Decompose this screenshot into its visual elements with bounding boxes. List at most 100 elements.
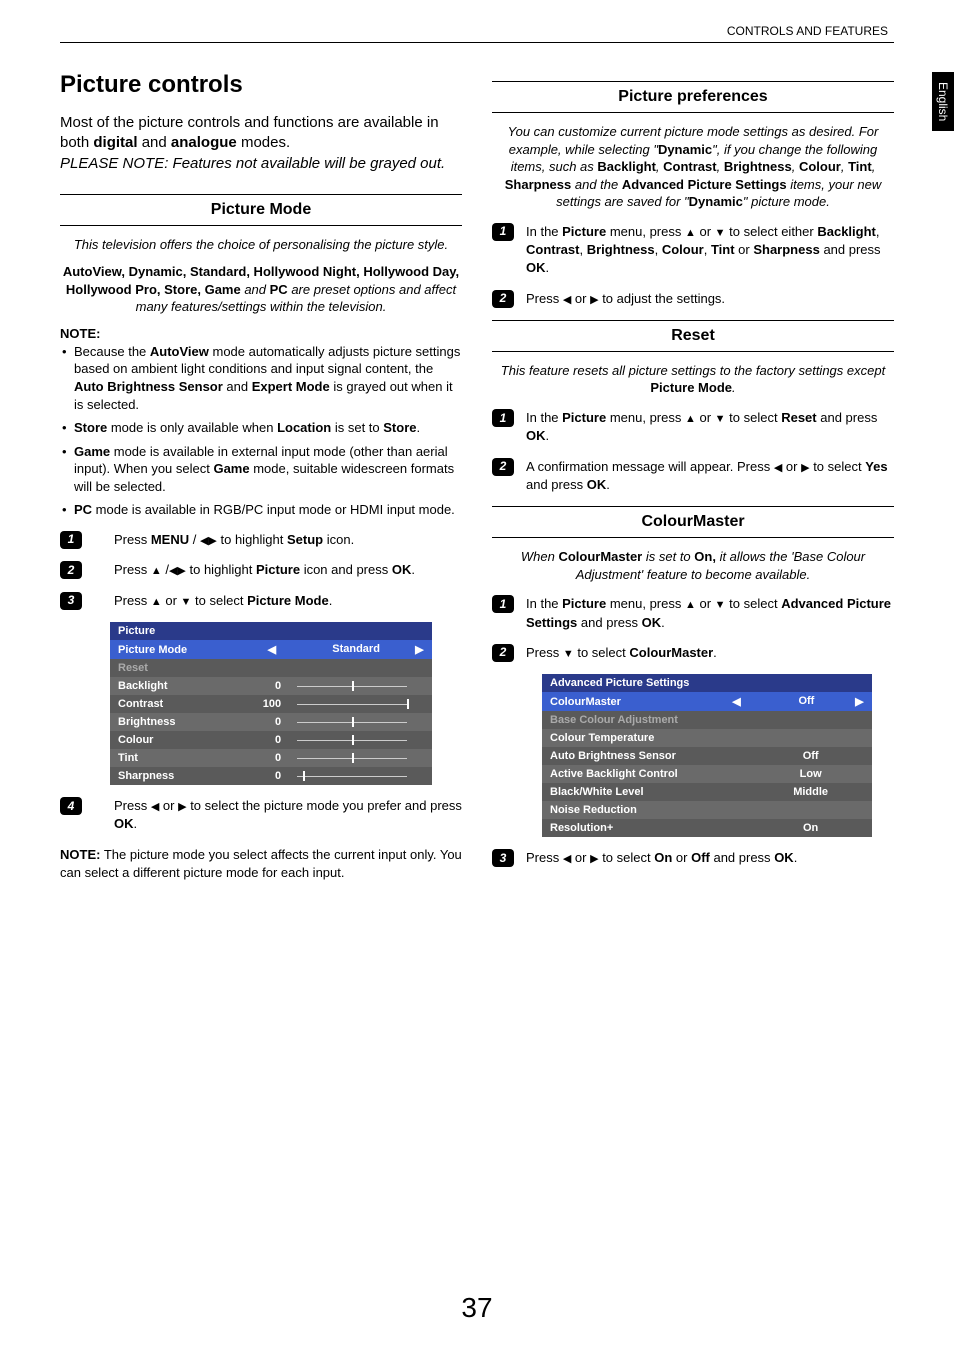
menu-row: Backlight0 bbox=[110, 677, 432, 695]
intro-digital: digital bbox=[93, 134, 137, 151]
note-text: The picture mode you select affects the … bbox=[60, 847, 462, 880]
menu-row: Reset bbox=[110, 659, 432, 677]
step-text: Press ◀ or ▶ to adjust the settings. bbox=[526, 290, 894, 308]
t: mode is only available when bbox=[107, 420, 277, 435]
down-icon: ▼ bbox=[181, 596, 192, 608]
menu-row: ColourMaster◀Off▶ bbox=[542, 692, 872, 711]
content-columns: Picture controls Most of the picture con… bbox=[60, 71, 894, 881]
t: to select the picture mode you prefer an… bbox=[187, 798, 462, 813]
intro-note: PLEASE NOTE: Features not available will… bbox=[60, 155, 445, 172]
cm-step-3: 3 Press ◀ or ▶ to select On or Off and p… bbox=[492, 849, 894, 867]
menu-row: Auto Brightness SensorOff bbox=[542, 747, 872, 765]
t: OK bbox=[587, 477, 607, 492]
menu-row: Sharpness0 bbox=[110, 767, 432, 785]
intro-tail: modes. bbox=[237, 134, 290, 151]
t: . bbox=[417, 420, 421, 435]
t: OK bbox=[642, 615, 662, 630]
menu-row: Colour Temperature bbox=[542, 729, 872, 747]
t: . bbox=[713, 645, 717, 660]
page-number: 37 bbox=[461, 1292, 492, 1324]
t: Brightness bbox=[724, 159, 792, 174]
t: Press bbox=[114, 532, 151, 547]
t: , bbox=[841, 159, 848, 174]
t: . bbox=[329, 593, 333, 608]
t: or bbox=[696, 410, 715, 425]
t: Game bbox=[74, 444, 110, 459]
step-3: 3 Press ▲ or ▼ to select Picture Mode. bbox=[60, 592, 462, 610]
up-icon: ▲ bbox=[685, 599, 696, 611]
note-item: Game mode is available in external input… bbox=[74, 443, 462, 496]
step-text: Press ▲ /◀▶ to highlight Picture icon an… bbox=[94, 561, 462, 579]
right-icon: ▶ bbox=[590, 294, 598, 306]
t: Picture bbox=[562, 410, 606, 425]
t: and press bbox=[820, 242, 881, 257]
t: or bbox=[571, 291, 590, 306]
menu-row: Picture Mode◀Standard ▶ bbox=[110, 640, 432, 659]
picture-preferences-title: Picture preferences bbox=[492, 81, 894, 113]
menu-row: Colour0 bbox=[110, 731, 432, 749]
t: Tint bbox=[711, 242, 735, 257]
menu-title: Advanced Picture Settings bbox=[542, 674, 872, 692]
t: Game bbox=[213, 461, 249, 476]
t: and press bbox=[817, 410, 878, 425]
step-text: Press ◀ or ▶ to select the picture mode … bbox=[94, 797, 462, 834]
t: In the bbox=[526, 596, 562, 611]
step-text: In the Picture menu, press ▲ or ▼ to sel… bbox=[526, 595, 894, 632]
t: Colour bbox=[662, 242, 704, 257]
step-num-icon: 1 bbox=[492, 223, 514, 241]
intro-and: and bbox=[138, 134, 171, 151]
t: Reset bbox=[781, 410, 816, 425]
t: Press bbox=[114, 593, 151, 608]
t: Yes bbox=[865, 459, 887, 474]
pp-desc: You can customize current picture mode s… bbox=[492, 123, 894, 211]
t: , bbox=[704, 242, 711, 257]
t: , bbox=[655, 242, 662, 257]
t: , bbox=[717, 159, 724, 174]
t: Sharpness bbox=[753, 242, 819, 257]
menu-row: Brightness0 bbox=[110, 713, 432, 731]
t: Tint bbox=[848, 159, 872, 174]
step-num-icon: 2 bbox=[60, 561, 82, 579]
t: Brightness bbox=[587, 242, 655, 257]
t: . bbox=[661, 615, 665, 630]
t: . bbox=[794, 850, 798, 865]
step-1: 1 Press MENU / ◀▶ to highlight Setup ico… bbox=[60, 531, 462, 549]
intro-text: Most of the picture controls and functio… bbox=[60, 113, 462, 174]
step-text: Press ▼ to select ColourMaster. bbox=[526, 644, 894, 662]
step-num-icon: 2 bbox=[492, 290, 514, 308]
t: " picture mode. bbox=[743, 194, 830, 209]
t: Setup bbox=[287, 532, 323, 547]
menu-row: Active Backlight ControlLow bbox=[542, 765, 872, 783]
t: , bbox=[579, 242, 586, 257]
t: to select either bbox=[726, 224, 818, 239]
t: or bbox=[782, 459, 801, 474]
t: to select bbox=[574, 645, 630, 660]
advanced-menu-table: Advanced Picture Settings ColourMaster◀O… bbox=[542, 674, 872, 837]
step-text: Press MENU / ◀▶ to highlight Setup icon. bbox=[94, 531, 462, 549]
t: to select bbox=[810, 459, 866, 474]
t: is set to bbox=[642, 549, 694, 564]
up-icon: ▲ bbox=[151, 596, 162, 608]
step-text: In the Picture menu, press ▲ or ▼ to sel… bbox=[526, 409, 894, 446]
step-text: Press ▲ or ▼ to select Picture Mode. bbox=[94, 592, 462, 610]
t: OK bbox=[526, 428, 546, 443]
t: / bbox=[162, 562, 169, 577]
picture-mode-desc: This television offers the choice of per… bbox=[60, 236, 462, 254]
t: Dynamic bbox=[658, 142, 712, 157]
intro-analogue: analogue bbox=[171, 134, 237, 151]
t: Contrast bbox=[663, 159, 716, 174]
down-icon: ▼ bbox=[715, 599, 726, 611]
t: to select bbox=[599, 850, 655, 865]
menu-row: Resolution+On bbox=[542, 819, 872, 837]
t: OK bbox=[392, 562, 412, 577]
down-icon: ▼ bbox=[563, 648, 574, 660]
right-icon: ▶ bbox=[590, 853, 598, 865]
left-right-icon: ◀▶ bbox=[200, 535, 217, 547]
t: Backlight bbox=[817, 224, 876, 239]
step-num-icon: 1 bbox=[492, 595, 514, 613]
t: OK bbox=[114, 816, 134, 831]
menu-row: Contrast100 bbox=[110, 695, 432, 713]
t: Picture bbox=[256, 562, 300, 577]
left-column: Picture controls Most of the picture con… bbox=[60, 71, 462, 881]
t: Colour bbox=[799, 159, 841, 174]
